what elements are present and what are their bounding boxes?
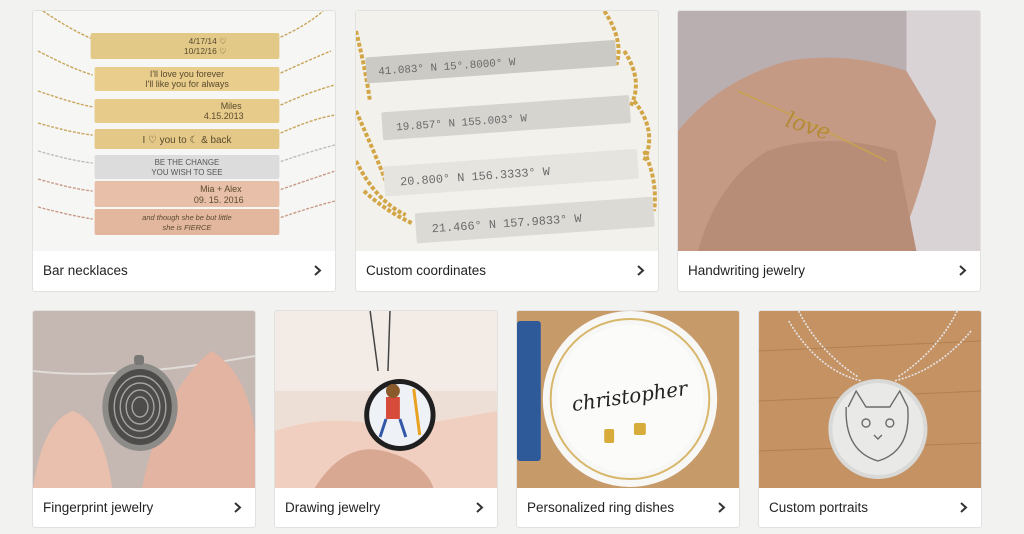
engraving: she is FIERCE (163, 223, 213, 232)
fingerprint-jewelry-image[interactable] (33, 311, 255, 488)
engraving: 4/17/14 ♡ (189, 36, 227, 46)
card-label: Handwriting jewelry (688, 262, 806, 278)
custom-portraits-caption[interactable]: Custom portraits (759, 487, 981, 527)
category-card-handwriting-jewelry[interactable]: love Handwriting jewelry (677, 10, 981, 292)
engraving: I ♡ you to ☾ & back (143, 135, 232, 146)
category-card-drawing-jewelry[interactable]: Drawing jewelry (274, 310, 498, 528)
card-label: Fingerprint jewelry (43, 499, 154, 515)
category-card-personalized-ring-dishes[interactable]: christopher Personalized ring dishes (516, 310, 740, 528)
engraving: YOU WISH TO SEE (151, 168, 222, 177)
handwriting-jewelry-image[interactable]: love (678, 11, 980, 251)
chevron-right-icon (231, 501, 243, 513)
category-card-fingerprint-jewelry[interactable]: Fingerprint jewelry (32, 310, 256, 528)
chevron-right-icon (957, 501, 969, 513)
chevron-right-icon (473, 501, 485, 513)
personalized-ring-dishes-image[interactable]: christopher (517, 311, 739, 488)
engraving: I'll like you for always (145, 79, 229, 89)
engraving: and though she be but little (142, 213, 231, 222)
card-label: Custom coordinates (366, 262, 487, 278)
card-label: Personalized ring dishes (527, 499, 675, 515)
drawing-jewelry-image[interactable] (275, 311, 497, 488)
chevron-right-icon (715, 501, 727, 513)
custom-portraits-image[interactable] (759, 311, 981, 488)
engraving: 10/12/16 ♡ (184, 46, 227, 56)
engraving: 4.15.2013 (204, 111, 244, 121)
category-card-bar-necklaces[interactable]: 4/17/14 ♡ 10/12/16 ♡ I'll love you forev… (32, 10, 336, 292)
engraving: 09. 15. 2016 (194, 195, 244, 205)
card-label: Custom portraits (769, 499, 869, 515)
category-card-custom-portraits[interactable]: Custom portraits (758, 310, 982, 528)
custom-coordinates-image[interactable]: 41.083° N 15°.8000° W 19.857° N 155.003°… (356, 11, 658, 251)
bar-necklaces-caption[interactable]: Bar necklaces (33, 249, 335, 291)
drawing-jewelry-caption[interactable]: Drawing jewelry (275, 487, 497, 527)
engraving: Mia + Alex (200, 184, 242, 194)
category-card-custom-coordinates[interactable]: 41.083° N 15°.8000° W 19.857° N 155.003°… (355, 10, 659, 292)
custom-coordinates-caption[interactable]: Custom coordinates (356, 249, 658, 291)
engraving: Miles (221, 101, 242, 111)
chevron-right-icon (634, 264, 646, 276)
fingerprint-jewelry-caption[interactable]: Fingerprint jewelry (33, 487, 255, 527)
bar-necklaces-image[interactable]: 4/17/14 ♡ 10/12/16 ♡ I'll love you forev… (33, 11, 335, 251)
engraving: BE THE CHANGE (155, 158, 220, 167)
card-label: Drawing jewelry (285, 499, 381, 515)
chevron-right-icon (956, 264, 968, 276)
chevron-right-icon (311, 264, 323, 276)
personalized-ring-dishes-caption[interactable]: Personalized ring dishes (517, 487, 739, 527)
engraving: I'll love you forever (150, 69, 224, 79)
handwriting-jewelry-caption[interactable]: Handwriting jewelry (678, 249, 980, 291)
card-label: Bar necklaces (43, 262, 128, 278)
